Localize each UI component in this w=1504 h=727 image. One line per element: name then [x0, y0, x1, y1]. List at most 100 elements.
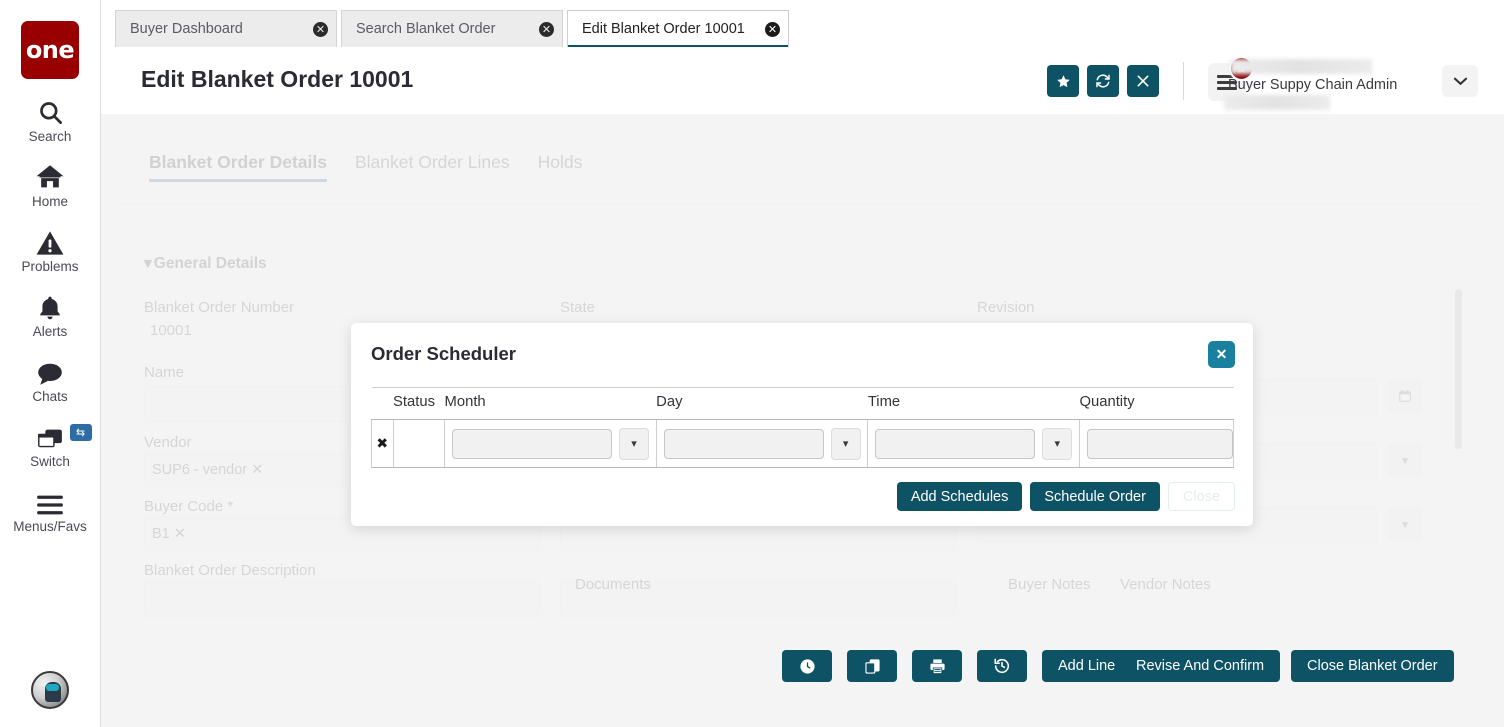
add-schedules-button[interactable]: Add Schedules [897, 482, 1023, 511]
schedule-order-label: Schedule Order [1044, 489, 1146, 505]
documents-label: Documents [575, 576, 651, 593]
copy-icon [864, 658, 881, 675]
sidebar-item-label: Search [29, 129, 72, 144]
warning-triangle-icon [36, 226, 64, 256]
close-x-icon: ✕ [1216, 346, 1228, 363]
quantity-input[interactable] [1087, 429, 1233, 459]
close-circle-icon[interactable]: ✕ [313, 22, 328, 37]
app-logo[interactable]: one [21, 21, 79, 79]
home-icon [35, 161, 65, 191]
redacted-bar-top [1230, 59, 1372, 74]
dialog-action-buttons: Add Schedules Schedule Order Close [897, 482, 1235, 511]
tab-label: Edit Blanket Order 10001 [582, 21, 765, 37]
tab-edit-blanket-order[interactable]: Edit Blanket Order 10001 ✕ [567, 10, 789, 47]
time-dropdown-button[interactable]: ▾ [1042, 428, 1072, 460]
general-details-section-header[interactable]: ▾General Details [144, 254, 267, 273]
close-x-icon[interactable]: ✖ [376, 436, 388, 452]
sidebar-item-menus-favs[interactable]: Menus/Favs [0, 486, 101, 534]
col-header-quantity: Quantity [1080, 388, 1234, 420]
vendor-notes-label: Vendor Notes [1120, 576, 1211, 593]
dialog-close-button[interactable]: ✕ [1208, 341, 1235, 368]
header-divider [1183, 62, 1184, 100]
chevron-down-icon[interactable]: ▾ [1388, 507, 1422, 541]
time-input[interactable] [875, 429, 1035, 459]
col-header-month: Month [445, 388, 657, 420]
close-dialog-button[interactable]: Close [1168, 482, 1235, 511]
blanket-order-description-input[interactable] [144, 580, 540, 618]
subtab-label: Blanket Order Lines [355, 152, 510, 172]
page-header: Edit Blanket Order 10001 [101, 47, 1504, 114]
browser-tab-strip: Buyer Dashboard ✕ Search Blanket Order ✕… [101, 0, 1504, 47]
revision-label: Revision [977, 299, 1035, 316]
subtab-label: Blanket Order Details [149, 152, 327, 172]
calendar-icon[interactable] [1388, 379, 1422, 413]
user-menu-button[interactable] [1442, 65, 1478, 97]
sidebar-item-label: Home [32, 194, 68, 209]
tab-blanket-order-details[interactable]: Blanket Order Details [149, 152, 327, 182]
tab-label: Search Blanket Order [356, 21, 539, 37]
tab-buyer-dashboard[interactable]: Buyer Dashboard ✕ [115, 10, 337, 47]
vendor-label: Vendor [144, 434, 192, 451]
chat-bubble-icon [36, 356, 64, 386]
close-circle-icon[interactable]: ✕ [539, 22, 554, 37]
buyer-code-label: Buyer Code * [144, 498, 233, 515]
month-dropdown-button[interactable]: ▾ [619, 428, 649, 460]
table-header-row: Status Month Day Time Quantity [372, 388, 1234, 420]
day-input[interactable] [664, 429, 824, 459]
sidebar-item-switch[interactable]: ⇆ Switch [0, 421, 101, 469]
blanket-order-number-label: Blanket Order Number [144, 299, 294, 316]
vendor-chip[interactable]: SUP6 - vendor ✕ [152, 462, 263, 478]
swap-arrows-icon[interactable]: ⇆ [70, 424, 92, 441]
print-button[interactable] [912, 650, 962, 682]
tab-search-blanket-order[interactable]: Search Blanket Order ✕ [341, 10, 563, 47]
sidebar-item-problems[interactable]: Problems [0, 226, 101, 274]
name-label: Name [144, 364, 184, 381]
sidebar-item-search[interactable]: Search [0, 96, 101, 144]
tab-blanket-order-lines[interactable]: Blanket Order Lines [355, 152, 510, 182]
close-x-icon[interactable]: ✕ [251, 462, 263, 478]
chevron-down-icon[interactable]: ▾ [1388, 443, 1422, 477]
section-title-label: General Details [154, 255, 267, 272]
blanket-order-number-value: 10001 [150, 322, 192, 339]
copy-button[interactable] [847, 650, 897, 682]
add-line-button[interactable]: Add Line [1042, 650, 1131, 682]
history-button[interactable] [977, 650, 1027, 682]
schedule-button[interactable] [782, 650, 832, 682]
sidebar-item-label: Chats [32, 389, 67, 404]
left-sidebar: one Search Home [0, 0, 101, 727]
close-page-button[interactable] [1127, 65, 1159, 97]
sidebar-item-alerts[interactable]: Alerts [0, 291, 101, 339]
schedule-order-button[interactable]: Schedule Order [1030, 482, 1160, 511]
history-icon [993, 657, 1011, 675]
vertical-scrollbar[interactable] [1455, 289, 1462, 449]
tab-holds[interactable]: Holds [538, 152, 583, 182]
close-blanket-order-button[interactable]: Close Blanket Order [1291, 650, 1454, 682]
refresh-button[interactable] [1087, 65, 1119, 97]
windows-stack-icon [36, 421, 65, 451]
bell-icon [37, 291, 63, 321]
vendor-chip-label: SUP6 - vendor [152, 462, 247, 478]
day-dropdown-button[interactable]: ▾ [831, 428, 861, 460]
close-blanket-order-label: Close Blanket Order [1307, 658, 1438, 674]
user-avatar-icon[interactable] [31, 671, 69, 709]
row-delete-cell[interactable]: ✖ [372, 420, 394, 468]
order-scheduler-dialog: Order Scheduler ✕ Status Month Day Time … [351, 323, 1253, 526]
col-header-status: Status [393, 388, 445, 420]
buyer-code-chip-label: B1 [152, 526, 170, 542]
page-bottom-toolbar: Add Line Revise And Confirm Close Blanke… [120, 634, 1486, 727]
sidebar-item-home[interactable]: Home [0, 161, 101, 209]
close-x-icon[interactable]: ✕ [174, 526, 186, 542]
header-action-buttons [1047, 65, 1159, 97]
dialog-title: Order Scheduler [371, 343, 516, 365]
sidebar-item-chats[interactable]: Chats [0, 356, 101, 404]
row-month-cell: ▾ [445, 420, 657, 468]
revise-and-confirm-button[interactable]: Revise And Confirm [1120, 650, 1280, 682]
close-circle-icon[interactable]: ✕ [765, 22, 780, 37]
chevron-down-icon: ▾ [843, 437, 849, 450]
month-input[interactable] [452, 429, 612, 459]
close-icon [1136, 74, 1150, 88]
favorite-button[interactable] [1047, 65, 1079, 97]
user-profile[interactable]: Buyer Suppy Chain Admin [1224, 59, 1424, 106]
user-name-label: Buyer Suppy Chain Admin [1228, 77, 1397, 93]
buyer-code-chip[interactable]: B1 ✕ [152, 526, 186, 542]
